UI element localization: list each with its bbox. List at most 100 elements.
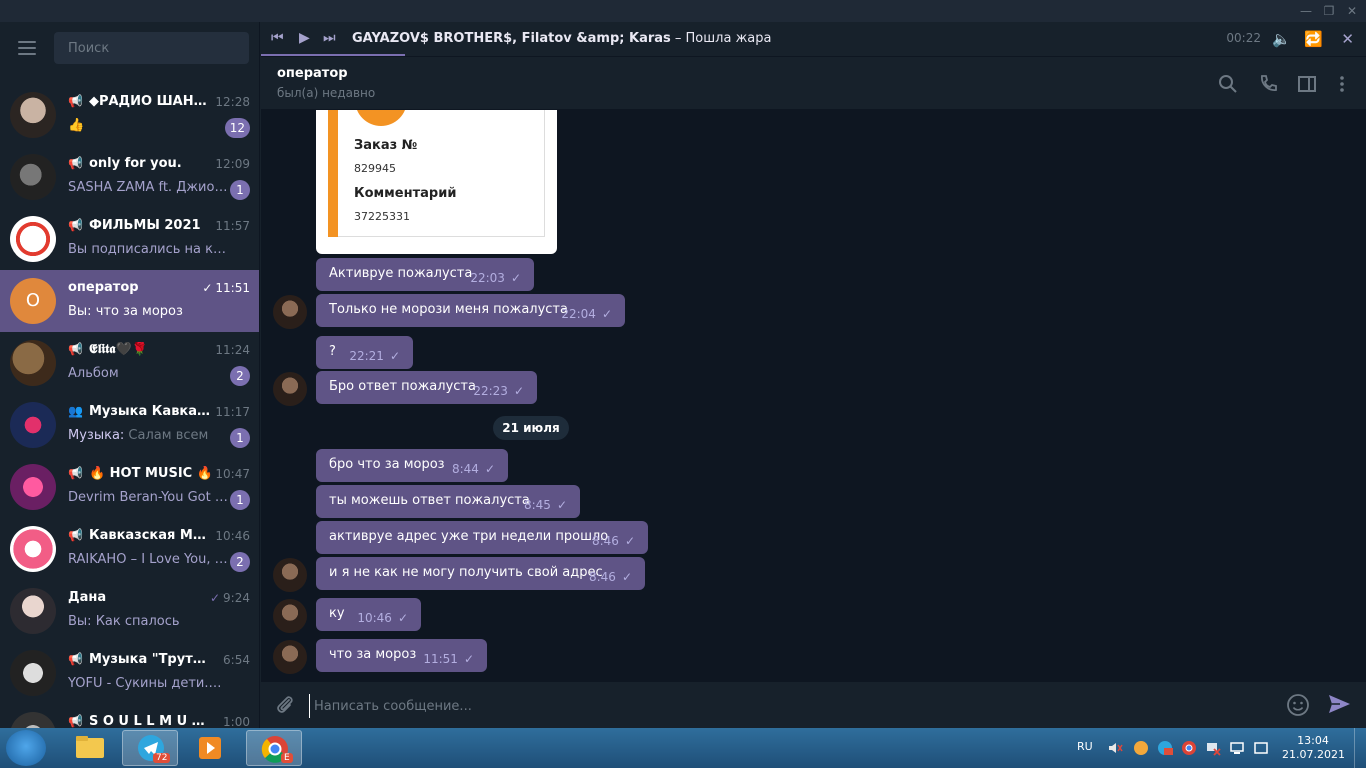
send-icon[interactable] — [1326, 691, 1352, 717]
telegram-tray-icon[interactable] — [1157, 740, 1173, 756]
chat-name: 📢 Музыка "Трутень" — [68, 652, 213, 667]
chat-item[interactable]: 📢 Музыка "Трутень" 6:54 YOFU - Сукины дети.… — [0, 642, 259, 704]
emoji-icon[interactable] — [1286, 693, 1310, 717]
chrome-profile-badge: E — [281, 753, 293, 763]
outgoing-message[interactable]: Активруе пожалуста 22:03 ✓ — [316, 258, 534, 291]
unread-badge: 1 — [230, 428, 250, 448]
preview-text: 👍 — [68, 118, 85, 133]
chat-item[interactable]: 📢 Кавказская МУЗЫКА10:46 RAIKAHO – I Love … — [0, 518, 259, 580]
update-tray-icon[interactable] — [1133, 740, 1149, 756]
telegram-icon — [138, 735, 164, 761]
date-separator[interactable]: 21 июля — [493, 416, 569, 440]
minimize-button[interactable]: — — [1295, 3, 1317, 19]
menu-icon[interactable] — [18, 41, 36, 55]
network-tray-icon[interactable] — [1205, 740, 1221, 756]
volume-tray-icon[interactable] — [1107, 740, 1123, 756]
chat-name-text: only for you. — [88, 156, 182, 171]
next-track-icon[interactable]: ⏭ — [323, 30, 336, 46]
system-clock[interactable]: 13:04 21.07.2021 — [1282, 734, 1345, 762]
chrome-taskbar-button[interactable]: E — [246, 730, 302, 766]
chat-time-text: 11:17 — [215, 405, 250, 419]
message-input[interactable] — [309, 694, 1269, 718]
more-options-icon[interactable] — [1332, 74, 1352, 94]
call-icon[interactable] — [1258, 74, 1278, 94]
outgoing-message[interactable]: ты можешь ответ пожалуста 8:45 ✓ — [316, 485, 580, 518]
message-meta: 22:03 ✓ — [470, 271, 521, 285]
keyboard-tray-icon[interactable] — [1253, 740, 1269, 756]
repeat-icon[interactable]: 🔁 — [1304, 30, 1323, 48]
action-center-tray-icon[interactable] — [1229, 740, 1245, 756]
chat-item[interactable]: Дана ✓ 9:24 Вы: Как спалось — [0, 580, 259, 642]
outgoing-message[interactable]: и я не как не могу получить свой адрес 8:… — [316, 557, 645, 590]
title-bar: — ❐ ✕ — [0, 0, 1366, 22]
group-icon: 👥 — [68, 404, 83, 418]
outgoing-message[interactable]: Только не морози меня пожалуста 22:04 ✓ — [316, 294, 625, 327]
sender-avatar[interactable] — [273, 640, 307, 674]
chat-item[interactable]: 📢 ◆РАДИО ШАНСОН 12:28 👍 12 — [0, 84, 259, 146]
chat-time: 10:46 — [215, 529, 250, 543]
chat-item[interactable]: 📢 ФИЛЬМЫ 2021 11:57 Вы подписались на канал — [0, 208, 259, 270]
unread-badge: 12 — [224, 118, 250, 138]
chat-name-text: 𝕰𝖑𝖎𝖙𝖆🖤🌹 — [88, 342, 148, 357]
attach-icon[interactable] — [274, 694, 296, 716]
preview-text: Вы: Как спалось — [68, 614, 180, 629]
sender-avatar[interactable] — [273, 295, 307, 329]
sent-check-icon: ✓ — [621, 570, 632, 584]
chat-item[interactable]: 👥 Музыка Кавказа 🔥11:17 Музыка: Салам всем… — [0, 394, 259, 456]
chat-item[interactable]: 📢 𝕰𝖑𝖎𝖙𝖆🖤🌹 11:24 Альбом 2 — [0, 332, 259, 394]
close-button[interactable]: ✕ — [1341, 3, 1363, 19]
telegram-taskbar-button[interactable]: 72 — [122, 730, 178, 766]
message-time: 8:45 — [523, 498, 551, 512]
sent-check-icon: ✓ — [556, 498, 567, 512]
search-icon[interactable] — [1218, 74, 1238, 94]
sent-check-icon: ✓ — [510, 271, 521, 285]
maximize-button[interactable]: ❐ — [1318, 3, 1340, 19]
start-button[interactable] — [6, 730, 46, 766]
chat-time: ✓ 9:24 — [210, 591, 250, 605]
media-player-taskbar-button[interactable] — [182, 730, 238, 766]
channel-icon: 📢 — [68, 528, 83, 542]
comment-label: Комментарий — [354, 186, 457, 201]
preview-text: Альбом — [68, 366, 119, 381]
chat-preview: Devrim Beran-You Got the Lov... — [68, 490, 228, 505]
preview-text: RAIKAHO – I Love You, Kaz... — [68, 552, 228, 567]
close-player-icon[interactable]: ✕ — [1341, 30, 1354, 48]
chrome-tray-icon[interactable] — [1181, 740, 1197, 756]
show-desktop-button[interactable] — [1354, 728, 1366, 768]
chat-name: оператор — [68, 280, 213, 295]
chat-item[interactable]: 📢 🔥 HOT MUSIC 🔥 10:47 Devrim Beran-You Got … — [0, 456, 259, 518]
sender-avatar[interactable] — [273, 599, 307, 633]
preview-text: Вы: что за мороз — [68, 304, 183, 319]
outgoing-message[interactable]: активруе адрес уже три недели прошло 8:46… — [316, 521, 648, 554]
comment-value: 37225331 — [354, 210, 410, 223]
sender-avatar[interactable] — [273, 372, 307, 406]
outgoing-message[interactable]: ку 10:46 ✓ — [316, 598, 421, 631]
photo-message[interactable]: Заказ № 829945 Комментарий 37225331 — [316, 110, 557, 254]
message-history: Заказ № 829945 Комментарий 37225331 21 и… — [261, 110, 1366, 681]
sidebar-toggle-icon[interactable] — [1297, 74, 1317, 94]
chrome-icon — [261, 736, 288, 763]
chat-name: 📢 ◆РАДИО ШАНСОН — [68, 94, 213, 109]
chat-time-text: 9:24 — [223, 591, 250, 605]
outgoing-message[interactable]: что за мороз 11:51 ✓ — [316, 639, 487, 672]
play-icon[interactable]: ▶ — [299, 30, 310, 46]
chat-item[interactable]: Ооператор ✓ 11:51 Вы: что за мороз — [0, 270, 259, 332]
chat-item[interactable]: 📢 only for you. 12:09 SASHA ZAMA ft. Джиос … — [0, 146, 259, 208]
previous-track-icon[interactable]: ⏮ — [271, 30, 284, 46]
chat-name-text: Музыка "Трутень" — [88, 652, 213, 667]
search-input[interactable] — [54, 32, 249, 64]
peer-name[interactable]: оператор — [277, 66, 348, 81]
clock-time: 13:04 — [1297, 734, 1329, 747]
outgoing-message[interactable]: бро что за мороз 8:44 ✓ — [316, 449, 508, 482]
volume-icon[interactable]: 🔈 — [1272, 30, 1291, 48]
language-indicator[interactable]: RU — [1077, 740, 1093, 753]
track-info[interactable]: GAYAZOV$ BROTHER$, Filatov &amp; Karas –… — [352, 31, 771, 46]
outgoing-message[interactable]: Бро ответ пожалуста 22:23 ✓ — [316, 371, 537, 404]
explorer-taskbar-button[interactable] — [62, 730, 118, 766]
message-time: 11:51 — [423, 652, 458, 666]
message-meta: 22:21 ✓ — [349, 349, 400, 363]
chat-item[interactable]: 📢 S O U L L M U S I C 1:00 — [0, 704, 259, 728]
outgoing-message[interactable]: ? 22:21 ✓ — [316, 336, 413, 369]
chat-time: 6:54 — [223, 653, 250, 667]
sender-avatar[interactable] — [273, 558, 307, 592]
